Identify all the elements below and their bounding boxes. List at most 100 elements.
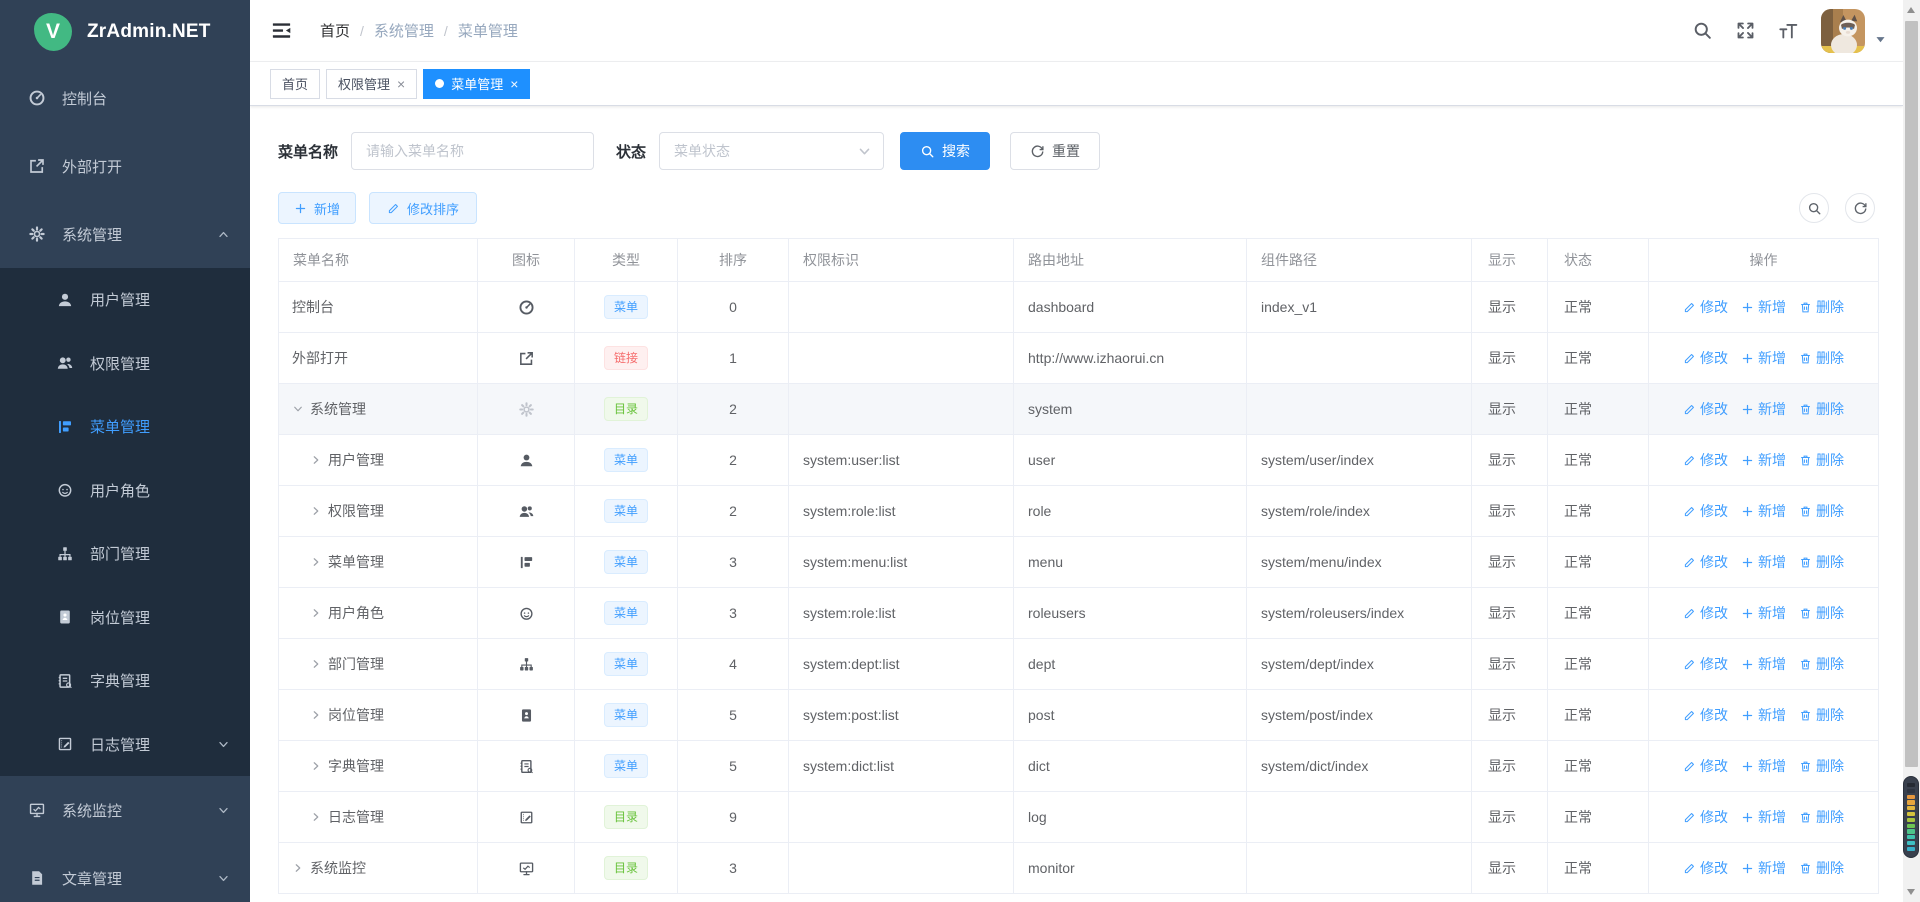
edit-link[interactable]: 修改 (1683, 297, 1728, 317)
cell-perm (789, 384, 1014, 435)
edit-link[interactable]: 修改 (1683, 705, 1728, 725)
scrollbar-down-icon[interactable] (1907, 889, 1915, 895)
edit-link[interactable]: 修改 (1683, 552, 1728, 572)
delete-link[interactable]: 删除 (1799, 807, 1844, 827)
tree-expand-icon[interactable] (310, 658, 322, 670)
delete-link[interactable]: 删除 (1799, 450, 1844, 470)
status-select[interactable]: 菜单状态 (659, 132, 884, 170)
sidebar-item-dashboard[interactable]: 控制台 (0, 64, 250, 132)
menu-name-text: 系统监控 (310, 858, 366, 878)
trash-icon (1799, 352, 1812, 365)
tree-collapse-icon[interactable] (292, 403, 304, 415)
delete-link[interactable]: 删除 (1799, 399, 1844, 419)
reset-button[interactable]: 重置 (1010, 132, 1100, 170)
font-size-icon[interactable] (1778, 20, 1799, 41)
tree-expand-icon[interactable] (310, 811, 322, 823)
sidebar-item-system[interactable]: 系统管理 (0, 200, 250, 268)
delete-link[interactable]: 删除 (1799, 297, 1844, 317)
edit-link[interactable]: 修改 (1683, 756, 1728, 776)
add-button[interactable]: 新增 (278, 192, 356, 224)
cell-menu-name: 岗位管理 (279, 690, 478, 741)
tree-expand-icon[interactable] (310, 454, 322, 466)
add-link[interactable]: 新增 (1741, 858, 1786, 878)
add-link[interactable]: 新增 (1741, 501, 1786, 521)
edit-link[interactable]: 修改 (1683, 348, 1728, 368)
close-icon[interactable]: × (397, 77, 405, 91)
edit-link[interactable]: 修改 (1683, 501, 1728, 521)
delete-link[interactable]: 删除 (1799, 654, 1844, 674)
add-link[interactable]: 新增 (1741, 348, 1786, 368)
sidebar-item-menu[interactable]: 菜单管理 (0, 395, 250, 459)
edit-link[interactable]: 修改 (1683, 399, 1728, 419)
delete-link[interactable]: 删除 (1799, 348, 1844, 368)
cell-icon (478, 639, 575, 690)
edit-sort-button[interactable]: 修改排序 (369, 192, 477, 224)
add-link[interactable]: 新增 (1741, 603, 1786, 623)
show-search-button[interactable] (1799, 193, 1829, 223)
cell-menu-name: 用户角色 (279, 588, 478, 639)
edit-link[interactable]: 修改 (1683, 603, 1728, 623)
scrollbar-up-icon[interactable] (1907, 7, 1915, 13)
sidebar-item-article[interactable]: 文章管理 (0, 844, 250, 902)
edit-link[interactable]: 修改 (1683, 450, 1728, 470)
sidebar-item-dept[interactable]: 部门管理 (0, 522, 250, 586)
search-icon[interactable] (1692, 20, 1713, 41)
tab-菜单管理[interactable]: 菜单管理× (423, 69, 530, 99)
theme-strip-widget[interactable] (1903, 776, 1919, 858)
sidebar-item-dict[interactable]: 字典管理 (0, 649, 250, 713)
sidebar-item-external[interactable]: 外部打开 (0, 132, 250, 200)
tabs-bar: 首页权限管理×菜单管理× (250, 62, 1903, 106)
close-icon[interactable]: × (510, 77, 518, 91)
tree-expand-icon[interactable] (292, 862, 304, 874)
page-scrollbar[interactable] (1903, 0, 1920, 902)
sidebar-item-user[interactable]: 用户管理 (0, 268, 250, 332)
tree-expand-icon[interactable] (310, 760, 322, 772)
tree-expand-icon[interactable] (310, 709, 322, 721)
sidebar-item-post[interactable]: 岗位管理 (0, 586, 250, 650)
tab-首页[interactable]: 首页 (270, 69, 320, 99)
delete-link[interactable]: 删除 (1799, 501, 1844, 521)
tab-权限管理[interactable]: 权限管理× (326, 69, 417, 99)
tree-expand-icon[interactable] (310, 505, 322, 517)
edit-link[interactable]: 修改 (1683, 858, 1728, 878)
table-row: 日志管理目录9log显示正常修改新增删除 (279, 792, 1879, 843)
type-tag: 菜单 (604, 295, 648, 319)
sidebar-toggle-icon[interactable] (270, 19, 293, 42)
add-link[interactable]: 新增 (1741, 297, 1786, 317)
cell-status: 正常 (1548, 384, 1649, 435)
delete-link[interactable]: 删除 (1799, 858, 1844, 878)
refresh-table-button[interactable] (1845, 193, 1875, 223)
edit-link[interactable]: 修改 (1683, 654, 1728, 674)
add-link[interactable]: 新增 (1741, 705, 1786, 725)
add-link[interactable]: 新增 (1741, 807, 1786, 827)
sidebar-item-monitor[interactable]: 系统监控 (0, 776, 250, 844)
breadcrumb-item[interactable]: 首页 (320, 20, 350, 41)
trash-icon (1799, 709, 1812, 722)
search-button[interactable]: 搜索 (900, 132, 990, 170)
add-link[interactable]: 新增 (1741, 399, 1786, 419)
sidebar-item-log[interactable]: 日志管理 (0, 713, 250, 777)
delete-link[interactable]: 删除 (1799, 756, 1844, 776)
add-link[interactable]: 新增 (1741, 450, 1786, 470)
menu-name-input[interactable] (351, 132, 594, 170)
delete-link[interactable]: 删除 (1799, 603, 1844, 623)
tree-expand-icon[interactable] (310, 607, 322, 619)
add-link[interactable]: 新增 (1741, 756, 1786, 776)
sidebar-item-role[interactable]: 权限管理 (0, 332, 250, 396)
add-link[interactable]: 新增 (1741, 552, 1786, 572)
sidebar-item-label: 系统管理 (62, 224, 217, 245)
edit-link[interactable]: 修改 (1683, 807, 1728, 827)
scrollbar-thumb[interactable] (1905, 21, 1918, 767)
menu-table-wrap: 菜单名称图标类型排序权限标识路由地址组件路径显示状态操作 控制台菜单0dashb… (278, 238, 1875, 894)
fullscreen-icon[interactable] (1735, 20, 1756, 41)
delete-link[interactable]: 删除 (1799, 705, 1844, 725)
tree-expand-icon[interactable] (310, 556, 322, 568)
cell-ops: 修改新增删除 (1649, 537, 1879, 588)
sidebar-item-roleusers[interactable]: 用户角色 (0, 459, 250, 523)
add-link[interactable]: 新增 (1741, 654, 1786, 674)
delete-link[interactable]: 删除 (1799, 552, 1844, 572)
avatar[interactable] (1821, 9, 1865, 53)
caret-down-icon[interactable] (1874, 33, 1887, 46)
cell-route: role (1014, 486, 1247, 537)
column-header-col-icon: 图标 (478, 239, 575, 282)
